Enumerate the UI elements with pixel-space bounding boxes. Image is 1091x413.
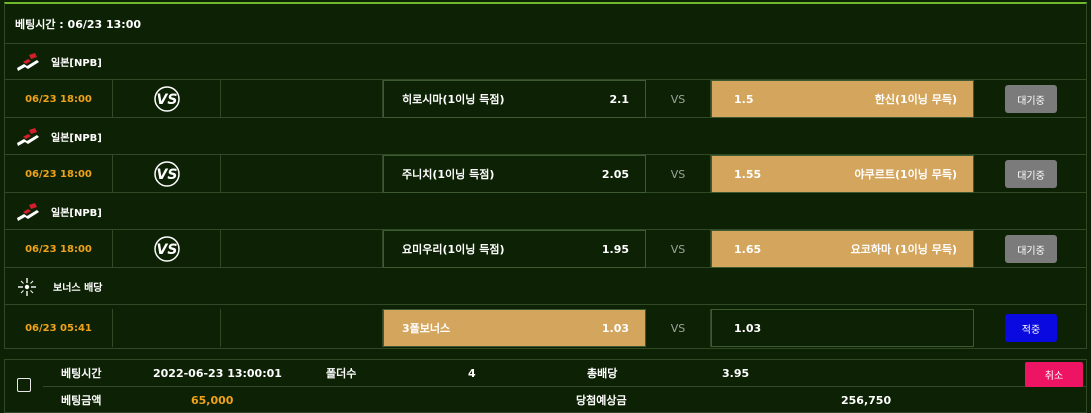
bet-summary: 베팅시간 2022-06-23 13:00:01 폴더수 4 총배당 3.95 …: [4, 359, 1087, 413]
vs-label: VS: [646, 80, 711, 118]
summary-line-1: 베팅시간 2022-06-23 13:00:01 폴더수 4 총배당 3.95 …: [43, 360, 1086, 387]
vs-logo-icon: VS: [113, 80, 221, 118]
home-odds: 1.95: [601, 242, 629, 256]
folder-count-value: 4: [468, 367, 476, 380]
bet-amount-value: 65,000: [191, 394, 234, 407]
game-row: 06/23 05:41 3폴보너스 1.03 VS 1.03 적중: [5, 309, 1086, 347]
game-row: 06/23 18:00 VS 요미우리(1이닝 득점) 1.95 VS 1.65…: [5, 230, 1086, 268]
league-name: 보너스 배당: [53, 283, 103, 294]
game-row: 06/23 18:00 VS 히로시마(1이닝 득점) 2.1 VS 1.5 한…: [5, 80, 1086, 118]
away-odds-cell[interactable]: 1.55 야쿠르트(1이닝 무득): [711, 155, 974, 193]
home-team: 요미우리(1이닝 득점): [402, 243, 505, 256]
game-time: 06/23 18:00: [5, 155, 113, 193]
status-cell: 대기중: [974, 230, 1088, 268]
waiting-status-button[interactable]: 대기중: [1005, 85, 1057, 113]
folder-count-label: 폴더수: [326, 367, 357, 380]
japan-flag-icon: [17, 52, 39, 71]
win-status-button[interactable]: 적중: [1005, 314, 1057, 342]
home-team: 3폴보너스: [402, 322, 451, 335]
league-header: 일본[NPB]: [5, 44, 1086, 80]
bonus-sparkle-icon: [15, 277, 39, 297]
svg-text:VS: VS: [156, 92, 177, 108]
vs-logo-icon: VS: [113, 230, 221, 268]
expected-winnings-label: 당첨예상금: [576, 394, 627, 407]
vs-logo-icon: VS: [113, 155, 221, 193]
vs-label: VS: [646, 309, 711, 347]
home-odds-cell[interactable]: 요미우리(1이닝 득점) 1.95: [383, 230, 646, 268]
league-header: 보너스 배당: [5, 269, 1086, 305]
game-time: 06/23 18:00: [5, 230, 113, 268]
bet-time-label: 베팅시간: [61, 367, 102, 380]
empty-cell: [221, 80, 383, 118]
empty-cell: [221, 230, 383, 268]
bet-time-header: 베팅시간 : 06/23 13:00: [5, 4, 1086, 44]
waiting-status-button[interactable]: 대기중: [1005, 235, 1057, 263]
status-cell: 적중: [974, 309, 1088, 347]
home-team: 히로시마(1이닝 득점): [402, 93, 505, 106]
status-cell: 대기중: [974, 155, 1088, 193]
home-team: 주니치(1이닝 득점): [402, 168, 495, 181]
home-odds: 1.03: [601, 321, 629, 335]
away-odds: 1.03: [734, 321, 762, 335]
total-odds-value: 3.95: [722, 367, 750, 380]
league-header: 일본[NPB]: [5, 119, 1086, 155]
away-team: 야쿠르트(1이닝 무득): [854, 168, 958, 181]
home-odds-cell[interactable]: 주니치(1이닝 득점) 2.05: [383, 155, 646, 193]
home-odds-cell[interactable]: 3폴보너스 1.03: [383, 309, 646, 347]
home-odds-cell[interactable]: 히로시마(1이닝 득점) 2.1: [383, 80, 646, 118]
bet-slip-panel: 베팅시간 : 06/23 13:00 일본[NPB] 06/23 18:00 V…: [4, 2, 1087, 349]
japan-flag-icon: [17, 202, 39, 221]
game-time: 06/23 05:41: [5, 309, 113, 347]
japan-flag-icon: [17, 127, 39, 146]
total-odds-label: 총배당: [587, 367, 618, 380]
summary-line-2: 베팅금액 65,000 당첨예상금 256,750: [43, 387, 1086, 413]
league-name: 일본[NPB]: [51, 58, 102, 69]
away-odds-cell[interactable]: 1.03: [711, 309, 974, 347]
empty-cell: [113, 309, 221, 347]
empty-cell: [221, 309, 383, 347]
empty-cell: [221, 155, 383, 193]
away-odds-cell[interactable]: 1.65 요코하마 (1이닝 무득): [711, 230, 974, 268]
game-time: 06/23 18:00: [5, 80, 113, 118]
svg-text:VS: VS: [156, 242, 177, 258]
status-cell: 대기중: [974, 80, 1088, 118]
away-team: 요코하마 (1이닝 무득): [850, 243, 957, 256]
home-odds: 2.1: [609, 92, 630, 106]
expected-winnings-value: 256,750: [841, 394, 892, 407]
bet-time-value: 2022-06-23 13:00:01: [153, 367, 282, 380]
league-name: 일본[NPB]: [51, 208, 102, 219]
bet-amount-label: 베팅금액: [61, 394, 102, 407]
away-odds: 1.55: [734, 167, 762, 181]
svg-text:VS: VS: [156, 167, 177, 183]
cancel-button[interactable]: 취소: [1025, 362, 1083, 387]
away-odds: 1.65: [734, 242, 762, 256]
home-odds: 2.05: [601, 167, 629, 181]
game-row: 06/23 18:00 VS 주니치(1이닝 득점) 2.05 VS 1.55 …: [5, 155, 1086, 193]
league-header: 일본[NPB]: [5, 194, 1086, 230]
league-name: 일본[NPB]: [51, 133, 102, 144]
waiting-status-button[interactable]: 대기중: [1005, 160, 1057, 188]
away-team: 한신(1이닝 무득): [874, 93, 957, 106]
select-checkbox[interactable]: [17, 378, 31, 392]
away-odds-cell[interactable]: 1.5 한신(1이닝 무득): [711, 80, 974, 118]
away-odds: 1.5: [734, 92, 754, 106]
vs-label: VS: [646, 155, 711, 193]
vs-label: VS: [646, 230, 711, 268]
